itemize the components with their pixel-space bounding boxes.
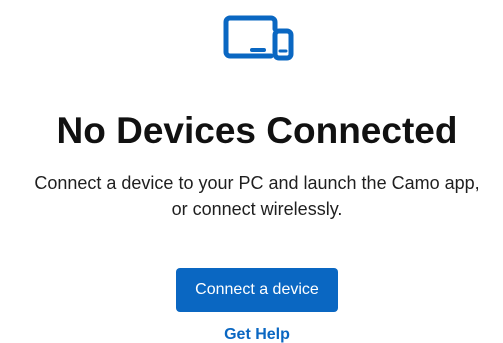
- page-title: No Devices Connected: [56, 110, 458, 151]
- devices-icon: [223, 15, 294, 61]
- description-line-2: or connect wirelessly.: [171, 199, 343, 219]
- empty-state-description: Connect a device to your PC and launch t…: [0, 170, 503, 222]
- connect-device-button[interactable]: Connect a device: [176, 268, 338, 312]
- description-line-1: Connect a device to your PC and launch t…: [34, 173, 480, 193]
- get-help-link[interactable]: Get Help: [0, 326, 503, 343]
